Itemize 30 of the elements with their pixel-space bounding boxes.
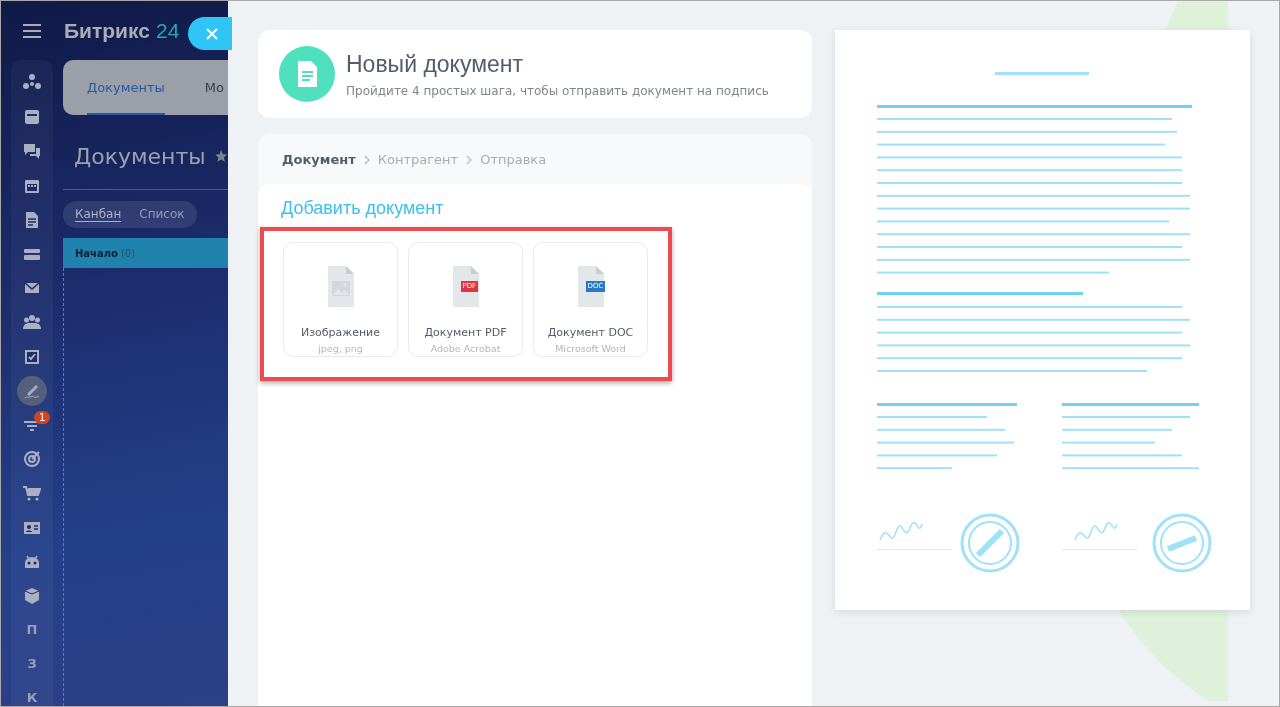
signature-icon[interactable]: [17, 375, 47, 406]
document-icon: [279, 46, 335, 102]
file-type-subtitle: jpeg, png: [318, 343, 363, 354]
tab[interactable]: Документы: [87, 60, 165, 115]
close-button[interactable]: [188, 17, 232, 50]
logo: Битрикс 24: [64, 18, 180, 43]
image-file-icon: [325, 265, 356, 308]
menu-icon[interactable]: [23, 23, 41, 38]
sidebar-item[interactable]: З: [17, 649, 47, 680]
step-link[interactable]: Контрагент: [377, 151, 459, 167]
slider-subtitle: Пройдите 4 простых шага, чтобы отправить документ на подпись: [346, 83, 769, 98]
file-type-subtitle: Adobe Acrobat: [430, 343, 501, 354]
file-type-title: Документ DOC: [547, 326, 634, 339]
page-title: Документы: [74, 143, 206, 169]
section-title: Добавить документ: [281, 198, 445, 219]
file-type-subtitle: Microsoft Word: [555, 343, 626, 354]
slider-title: Новый документ: [346, 50, 524, 78]
sidebar-item[interactable]: К: [17, 683, 47, 706]
step-link[interactable]: Документ: [282, 151, 356, 167]
file-type-title: Документ PDF: [424, 326, 507, 339]
counter-badge: 1: [34, 410, 51, 424]
view-tab[interactable]: Канбан: [75, 207, 122, 222]
tab[interactable]: Мо: [204, 60, 224, 115]
sidebar-item[interactable]: П: [17, 615, 47, 646]
view-tab[interactable]: Список: [139, 207, 185, 222]
column-count: (0): [120, 247, 136, 259]
column-title: Начало: [75, 247, 118, 259]
step-link[interactable]: Отправка: [480, 151, 547, 167]
file-type-title: Изображение: [300, 326, 381, 339]
file-type-card[interactable]: Изображение jpeg, png: [283, 242, 398, 357]
